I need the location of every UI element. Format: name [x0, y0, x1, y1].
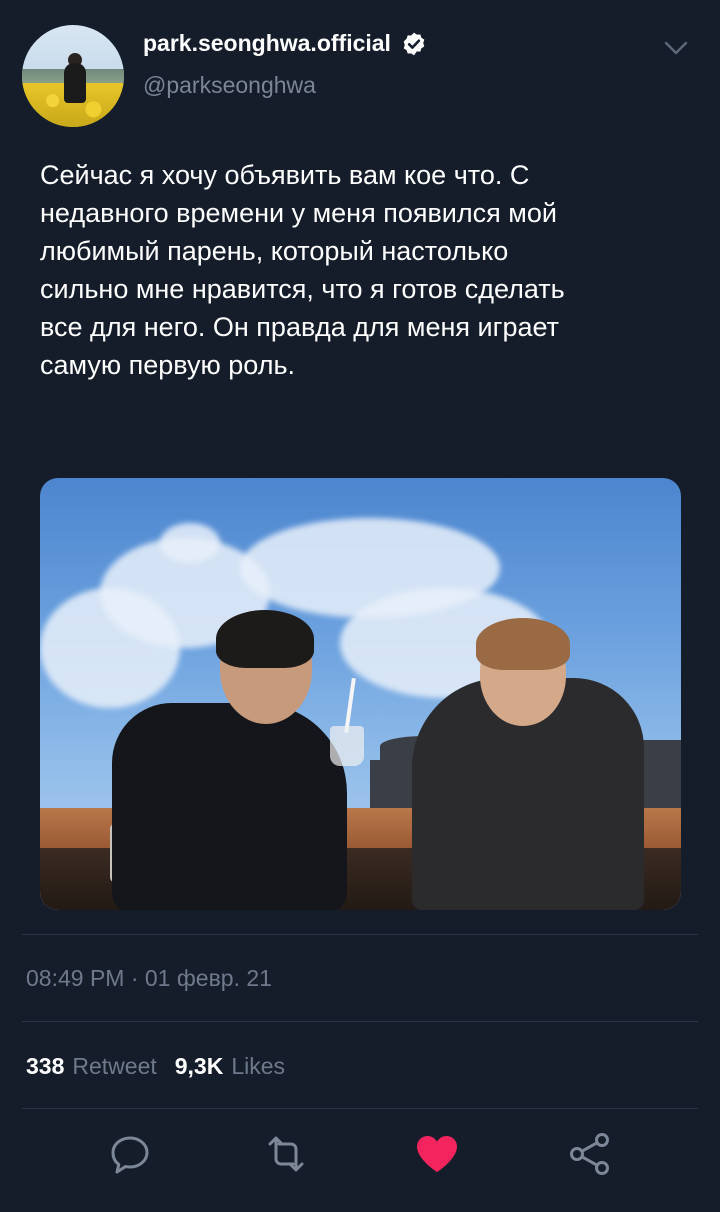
avatar[interactable]: [22, 25, 124, 127]
tweet-stats: 338 Retweet 9,3K Likes: [26, 1053, 295, 1080]
divider: [22, 934, 698, 935]
divider: [22, 1021, 698, 1022]
likes-label[interactable]: Likes: [231, 1053, 285, 1080]
verified-badge-icon: [403, 32, 425, 55]
tweet-text: Сейчас я хочу объявить вам кое что. С не…: [40, 160, 565, 380]
retweet-label[interactable]: Retweet: [72, 1053, 156, 1080]
user-handle[interactable]: @parkseonghwa: [143, 72, 316, 99]
display-name[interactable]: park.seonghwa.official: [143, 30, 391, 57]
retweet-count[interactable]: 338: [26, 1053, 64, 1080]
tweet-detail: park.seonghwa.official @parkseonghwa Сей…: [0, 0, 720, 1212]
reply-button[interactable]: [106, 1130, 154, 1178]
likes-count[interactable]: 9,3K: [175, 1053, 224, 1080]
tweet-timestamp[interactable]: 08:49 PM · 01 февр. 21: [26, 965, 272, 992]
share-button[interactable]: [566, 1130, 614, 1178]
divider: [22, 1108, 698, 1109]
tweet-photo[interactable]: [40, 478, 681, 910]
retweet-button[interactable]: [262, 1130, 310, 1178]
retweet-icon: [268, 1136, 304, 1172]
user-name-row[interactable]: park.seonghwa.official: [143, 30, 427, 57]
like-button[interactable]: [413, 1130, 461, 1178]
heart-icon: [417, 1136, 457, 1172]
reply-icon: [111, 1136, 149, 1174]
tweet-actions: [0, 1130, 720, 1186]
share-icon: [570, 1133, 609, 1175]
chevron-down-icon[interactable]: [662, 38, 690, 58]
